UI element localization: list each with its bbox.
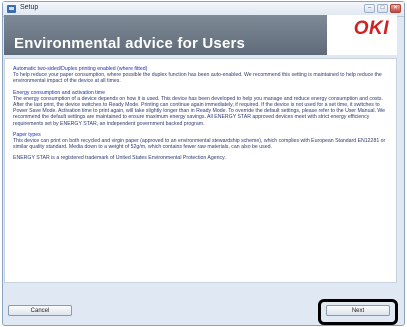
next-button-highlight [318, 299, 398, 325]
page-title: Environmental advice for Users [14, 35, 246, 52]
window-controls: – □ ✕ [364, 4, 401, 13]
section-body: The energy consumption of a device depen… [13, 95, 386, 127]
oki-logo: OKI [353, 18, 389, 39]
section-body: To help reduce your paper consumption, w… [13, 72, 382, 85]
setup-app-icon [7, 5, 16, 13]
cancel-button[interactable]: Cancel [8, 305, 72, 316]
close-button[interactable]: ✕ [390, 4, 401, 13]
section-body: This device can print on both recycled a… [13, 138, 386, 151]
advice-content: Automatic two-sided/Duplex printing enab… [4, 58, 397, 283]
window-title: Setup [20, 4, 39, 11]
minimize-button[interactable]: – [364, 4, 375, 13]
logo-area: OKI [327, 15, 397, 55]
section-energy: Energy consumption and activation time T… [13, 90, 389, 127]
trademark-notice: ENERGY STAR is a registered trademark of… [13, 155, 226, 162]
section-duplex: Automatic two-sided/Duplex printing enab… [13, 66, 389, 85]
header-banner: Environmental advice for Users OKI [4, 15, 397, 55]
section-paper: Paper types This device can print on bot… [13, 132, 389, 151]
maximize-button[interactable]: □ [377, 4, 388, 13]
